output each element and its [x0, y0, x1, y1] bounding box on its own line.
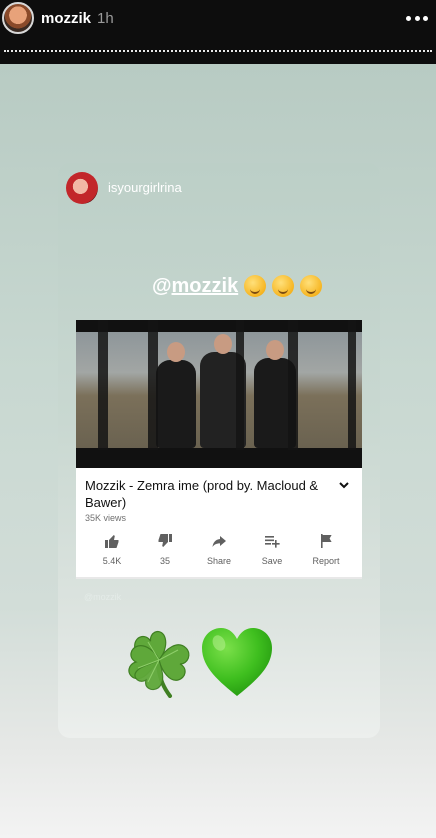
- mention-handle: mozzik: [171, 274, 239, 297]
- post-time: 1h: [97, 10, 114, 27]
- like-button[interactable]: 5.4K: [87, 533, 137, 573]
- like-count: 5.4K: [102, 556, 122, 566]
- thumbnail-bar: [98, 320, 108, 468]
- smirk-emoji-icon: [272, 275, 295, 297]
- video-views: 35K views: [85, 513, 127, 523]
- share-button[interactable]: Share: [194, 533, 244, 573]
- header-username[interactable]: mozzik: [41, 10, 91, 27]
- share-label: Share: [206, 556, 232, 566]
- story-header: mozzik 1h: [0, 0, 436, 64]
- four-leaf-clover-icon: [128, 630, 190, 698]
- video-actions: 5.4K 35 Share Save Report: [76, 533, 362, 573]
- youtube-video-card[interactable]: Mozzik - Zemra ime (prod by. Macloud & B…: [76, 320, 362, 579]
- smirk-emoji-icon: [244, 275, 267, 297]
- report-button[interactable]: Report: [301, 533, 351, 573]
- dislike-count: 35: [159, 556, 170, 566]
- playlist-add-icon: [265, 536, 280, 548]
- green-heart-icon: [202, 628, 272, 696]
- thumbnail-bar: [148, 320, 158, 468]
- thumbnail-letterbox: [76, 450, 362, 468]
- profile-avatar[interactable]: [2, 2, 34, 34]
- thumbs-up-icon: [105, 535, 119, 548]
- smirk-emoji-icon: [300, 275, 323, 297]
- mention-at: @: [152, 274, 172, 297]
- video-thumbnail[interactable]: [76, 320, 362, 468]
- thumbnail-figure: [156, 342, 196, 448]
- thumbs-down-icon: [158, 534, 172, 547]
- video-title[interactable]: Mozzik - Zemra ime (prod by. Macloud & B…: [85, 477, 333, 511]
- save-label: Save: [261, 556, 283, 566]
- sticker-user-avatar[interactable]: [66, 172, 98, 204]
- mention-label[interactable]: @mozzik: [152, 275, 238, 298]
- sticker-username[interactable]: isyourgirlrina: [108, 180, 182, 195]
- thumbnail-bar: [236, 320, 244, 468]
- dislike-button[interactable]: 35: [140, 533, 190, 573]
- more-dots-icon[interactable]: [406, 14, 428, 22]
- story-progress-bar: [4, 50, 432, 52]
- report-label: Report: [312, 556, 340, 566]
- mention-sticker[interactable]: @mozzik: [152, 271, 323, 301]
- flag-icon: [321, 534, 332, 548]
- share-arrow-icon: [212, 536, 226, 547]
- watermark-handle: @mozzik: [84, 592, 122, 602]
- thumbnail-bar: [288, 320, 298, 468]
- save-button[interactable]: Save: [247, 533, 297, 573]
- thumbnail-bar: [348, 320, 356, 468]
- chevron-down-icon[interactable]: [337, 478, 351, 492]
